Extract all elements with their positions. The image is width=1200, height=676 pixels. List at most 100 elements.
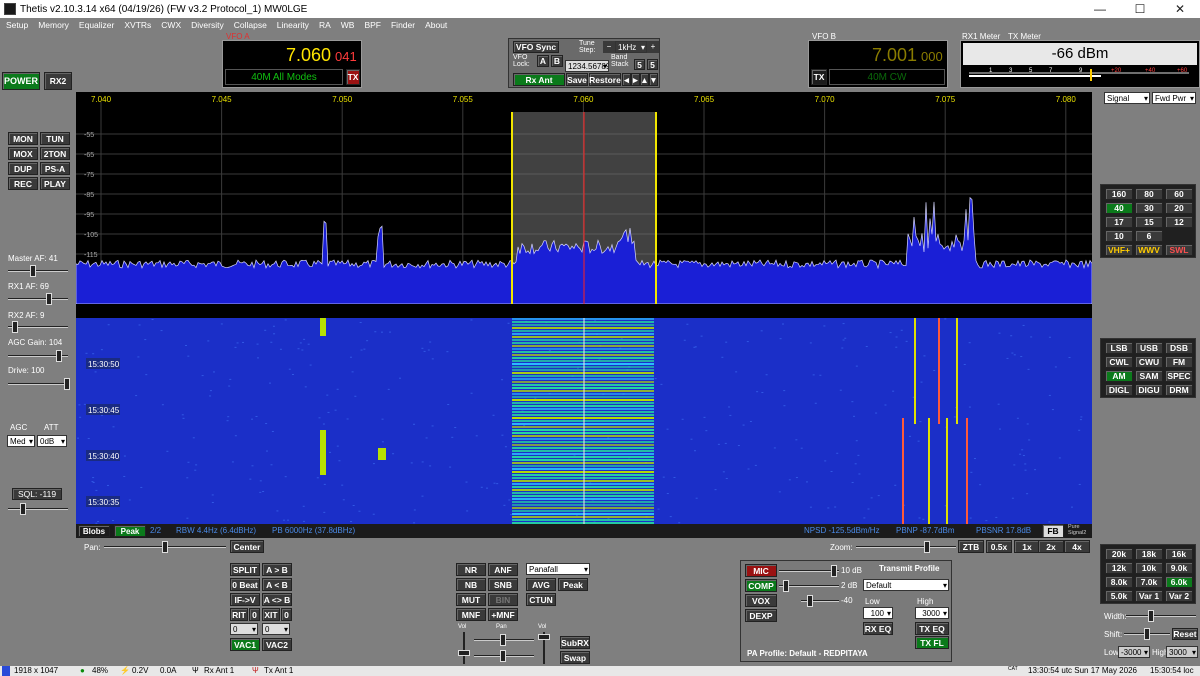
filter-10k[interactable]: 10k	[1135, 562, 1163, 574]
right-arrow-icon[interactable]: ►	[631, 73, 640, 86]
rx-ant-button[interactable]: Rx Ant	[513, 73, 565, 86]
rx2-vol-slider[interactable]	[538, 632, 550, 664]
filter-18k[interactable]: 18k	[1135, 548, 1163, 560]
subrx-button[interactable]: SubRX	[560, 636, 590, 649]
peak-button[interactable]: Peak	[114, 525, 146, 537]
vfo-sync-button[interactable]: VFO Sync	[513, 41, 559, 53]
filter-7k[interactable]: 7.0k	[1135, 576, 1163, 588]
xit-button[interactable]: XIT	[262, 608, 280, 621]
drive-slider[interactable]	[8, 378, 70, 390]
tun-button[interactable]: TUN	[40, 132, 70, 145]
menu-diversity[interactable]: Diversity	[191, 20, 224, 30]
rit-button[interactable]: RIT	[230, 608, 248, 621]
tune-step-select[interactable]: 1kHz	[615, 41, 647, 53]
band-60[interactable]: 60	[1165, 188, 1193, 200]
mode-am[interactable]: AM	[1105, 370, 1133, 382]
rx2-button[interactable]: RX2	[44, 72, 72, 90]
band-12[interactable]: 12	[1165, 216, 1193, 228]
band-stack-5b[interactable]: 5	[647, 59, 658, 70]
transmit-profile-select[interactable]: Default	[863, 579, 949, 591]
vfo-a-freq-sub[interactable]: 041	[335, 49, 357, 64]
mox-button[interactable]: MOX	[8, 147, 38, 160]
filter-16k[interactable]: 16k	[1165, 548, 1193, 560]
snb-button[interactable]: SNB	[488, 578, 518, 591]
band-40[interactable]: 40	[1105, 202, 1133, 214]
b-to-a-button[interactable]: A < B	[262, 578, 292, 591]
blobs-button[interactable]: Blobs	[78, 525, 110, 537]
power-button[interactable]: POWER	[2, 72, 40, 90]
anf-button[interactable]: ANF	[488, 563, 518, 576]
filter-shift-slider[interactable]	[1124, 628, 1170, 640]
mode-sam[interactable]: SAM	[1135, 370, 1163, 382]
ztb-button[interactable]: ZTB	[958, 540, 984, 553]
zoom-2x-button[interactable]: 2x	[1038, 540, 1064, 553]
vac2-button[interactable]: VAC2	[262, 638, 292, 651]
menu-about[interactable]: About	[425, 20, 447, 30]
band-swl[interactable]: SWL	[1165, 244, 1193, 256]
ctun-button[interactable]: CTUN	[526, 593, 556, 606]
mode-lsb[interactable]: LSB	[1105, 342, 1133, 354]
filter-8k[interactable]: 8.0k	[1105, 576, 1133, 588]
filter-9k[interactable]: 9.0k	[1165, 562, 1193, 574]
att-select[interactable]: 0dB	[37, 435, 67, 447]
panafall-display[interactable]: 7.0407.0407.0457.0457.0507.0507.0557.055…	[75, 92, 1093, 527]
a-swap-b-button[interactable]: A <> B	[262, 593, 292, 606]
vfo-b-display[interactable]: 7.001 000 TX 40M CW	[808, 40, 948, 88]
tune-step-up-icon[interactable]: +	[647, 41, 659, 53]
ps-a-button[interactable]: PS-A	[40, 162, 70, 175]
filter-20k[interactable]: 20k	[1105, 548, 1133, 560]
filter-5k[interactable]: 5.0k	[1105, 590, 1133, 602]
dup-button[interactable]: DUP	[8, 162, 38, 175]
rx-eq-button[interactable]: RX EQ	[863, 622, 893, 635]
mode-dsb[interactable]: DSB	[1165, 342, 1193, 354]
pan-slider[interactable]	[104, 541, 226, 553]
mode-fm[interactable]: FM	[1165, 356, 1193, 368]
band-160[interactable]: 160	[1105, 188, 1133, 200]
restore-button[interactable]: Restore	[589, 73, 621, 86]
if-to-v-button[interactable]: IF->V	[230, 593, 260, 606]
rec-button[interactable]: REC	[8, 177, 38, 190]
filter-low-value[interactable]: -3000	[1118, 646, 1150, 658]
tx-eq-button[interactable]: TX EQ	[915, 622, 949, 635]
band-stack-value[interactable]: 1234.567890	[565, 60, 609, 72]
menu-wb[interactable]: WB	[341, 20, 355, 30]
rit-value[interactable]: 0	[230, 623, 258, 635]
band-6[interactable]: 6	[1135, 230, 1163, 242]
mic-button[interactable]: MIC	[745, 564, 777, 577]
avg-button[interactable]: AVG	[526, 578, 556, 591]
dexp-button[interactable]: DEXP	[745, 609, 777, 622]
fb-button[interactable]: FB	[1042, 524, 1064, 538]
vox-slider[interactable]	[801, 595, 839, 607]
menu-linearity[interactable]: Linearity	[277, 20, 309, 30]
band-80[interactable]: 80	[1135, 188, 1163, 200]
vfo-b-freq-sub[interactable]: 000	[921, 49, 943, 64]
zoom-4x-button[interactable]: 4x	[1064, 540, 1090, 553]
filter-12k[interactable]: 12k	[1105, 562, 1133, 574]
close-button[interactable]: ✕	[1160, 0, 1200, 18]
zero-beat-button[interactable]: 0 Beat	[230, 578, 260, 591]
menu-finder[interactable]: Finder	[391, 20, 415, 30]
xit-zero-button[interactable]: 0	[281, 608, 292, 621]
swap-button[interactable]: Swap	[560, 651, 590, 664]
vfo-a-tx-button[interactable]: TX	[346, 69, 360, 85]
xit-value[interactable]: 0	[262, 623, 290, 635]
nb-button[interactable]: NB	[456, 578, 486, 591]
mic-gain-slider[interactable]	[779, 565, 839, 577]
play-button[interactable]: PLAY	[40, 177, 70, 190]
filter-width-slider[interactable]	[1126, 610, 1196, 622]
band-10[interactable]: 10	[1105, 230, 1133, 242]
zoom-0-5x-button[interactable]: 0.5x	[986, 540, 1012, 553]
filter-6k[interactable]: 6.0k	[1165, 576, 1193, 588]
zoom-1x-button[interactable]: 1x	[1014, 540, 1040, 553]
agc-gain-slider[interactable]	[8, 350, 68, 362]
mon-button[interactable]: MON	[8, 132, 38, 145]
tx-fl-button[interactable]: TX FL	[915, 636, 949, 649]
rx1-af-slider[interactable]	[8, 293, 68, 305]
filter-reset-button[interactable]: Reset	[1172, 628, 1198, 640]
vox-button[interactable]: VOX	[745, 594, 777, 607]
mut-button[interactable]: MUT	[456, 593, 486, 606]
mode-cwl[interactable]: CWL	[1105, 356, 1133, 368]
down-arrow-icon[interactable]: ▼	[649, 73, 658, 86]
up-arrow-icon[interactable]: ▲	[640, 73, 649, 86]
band-vhf[interactable]: VHF+	[1105, 244, 1133, 256]
